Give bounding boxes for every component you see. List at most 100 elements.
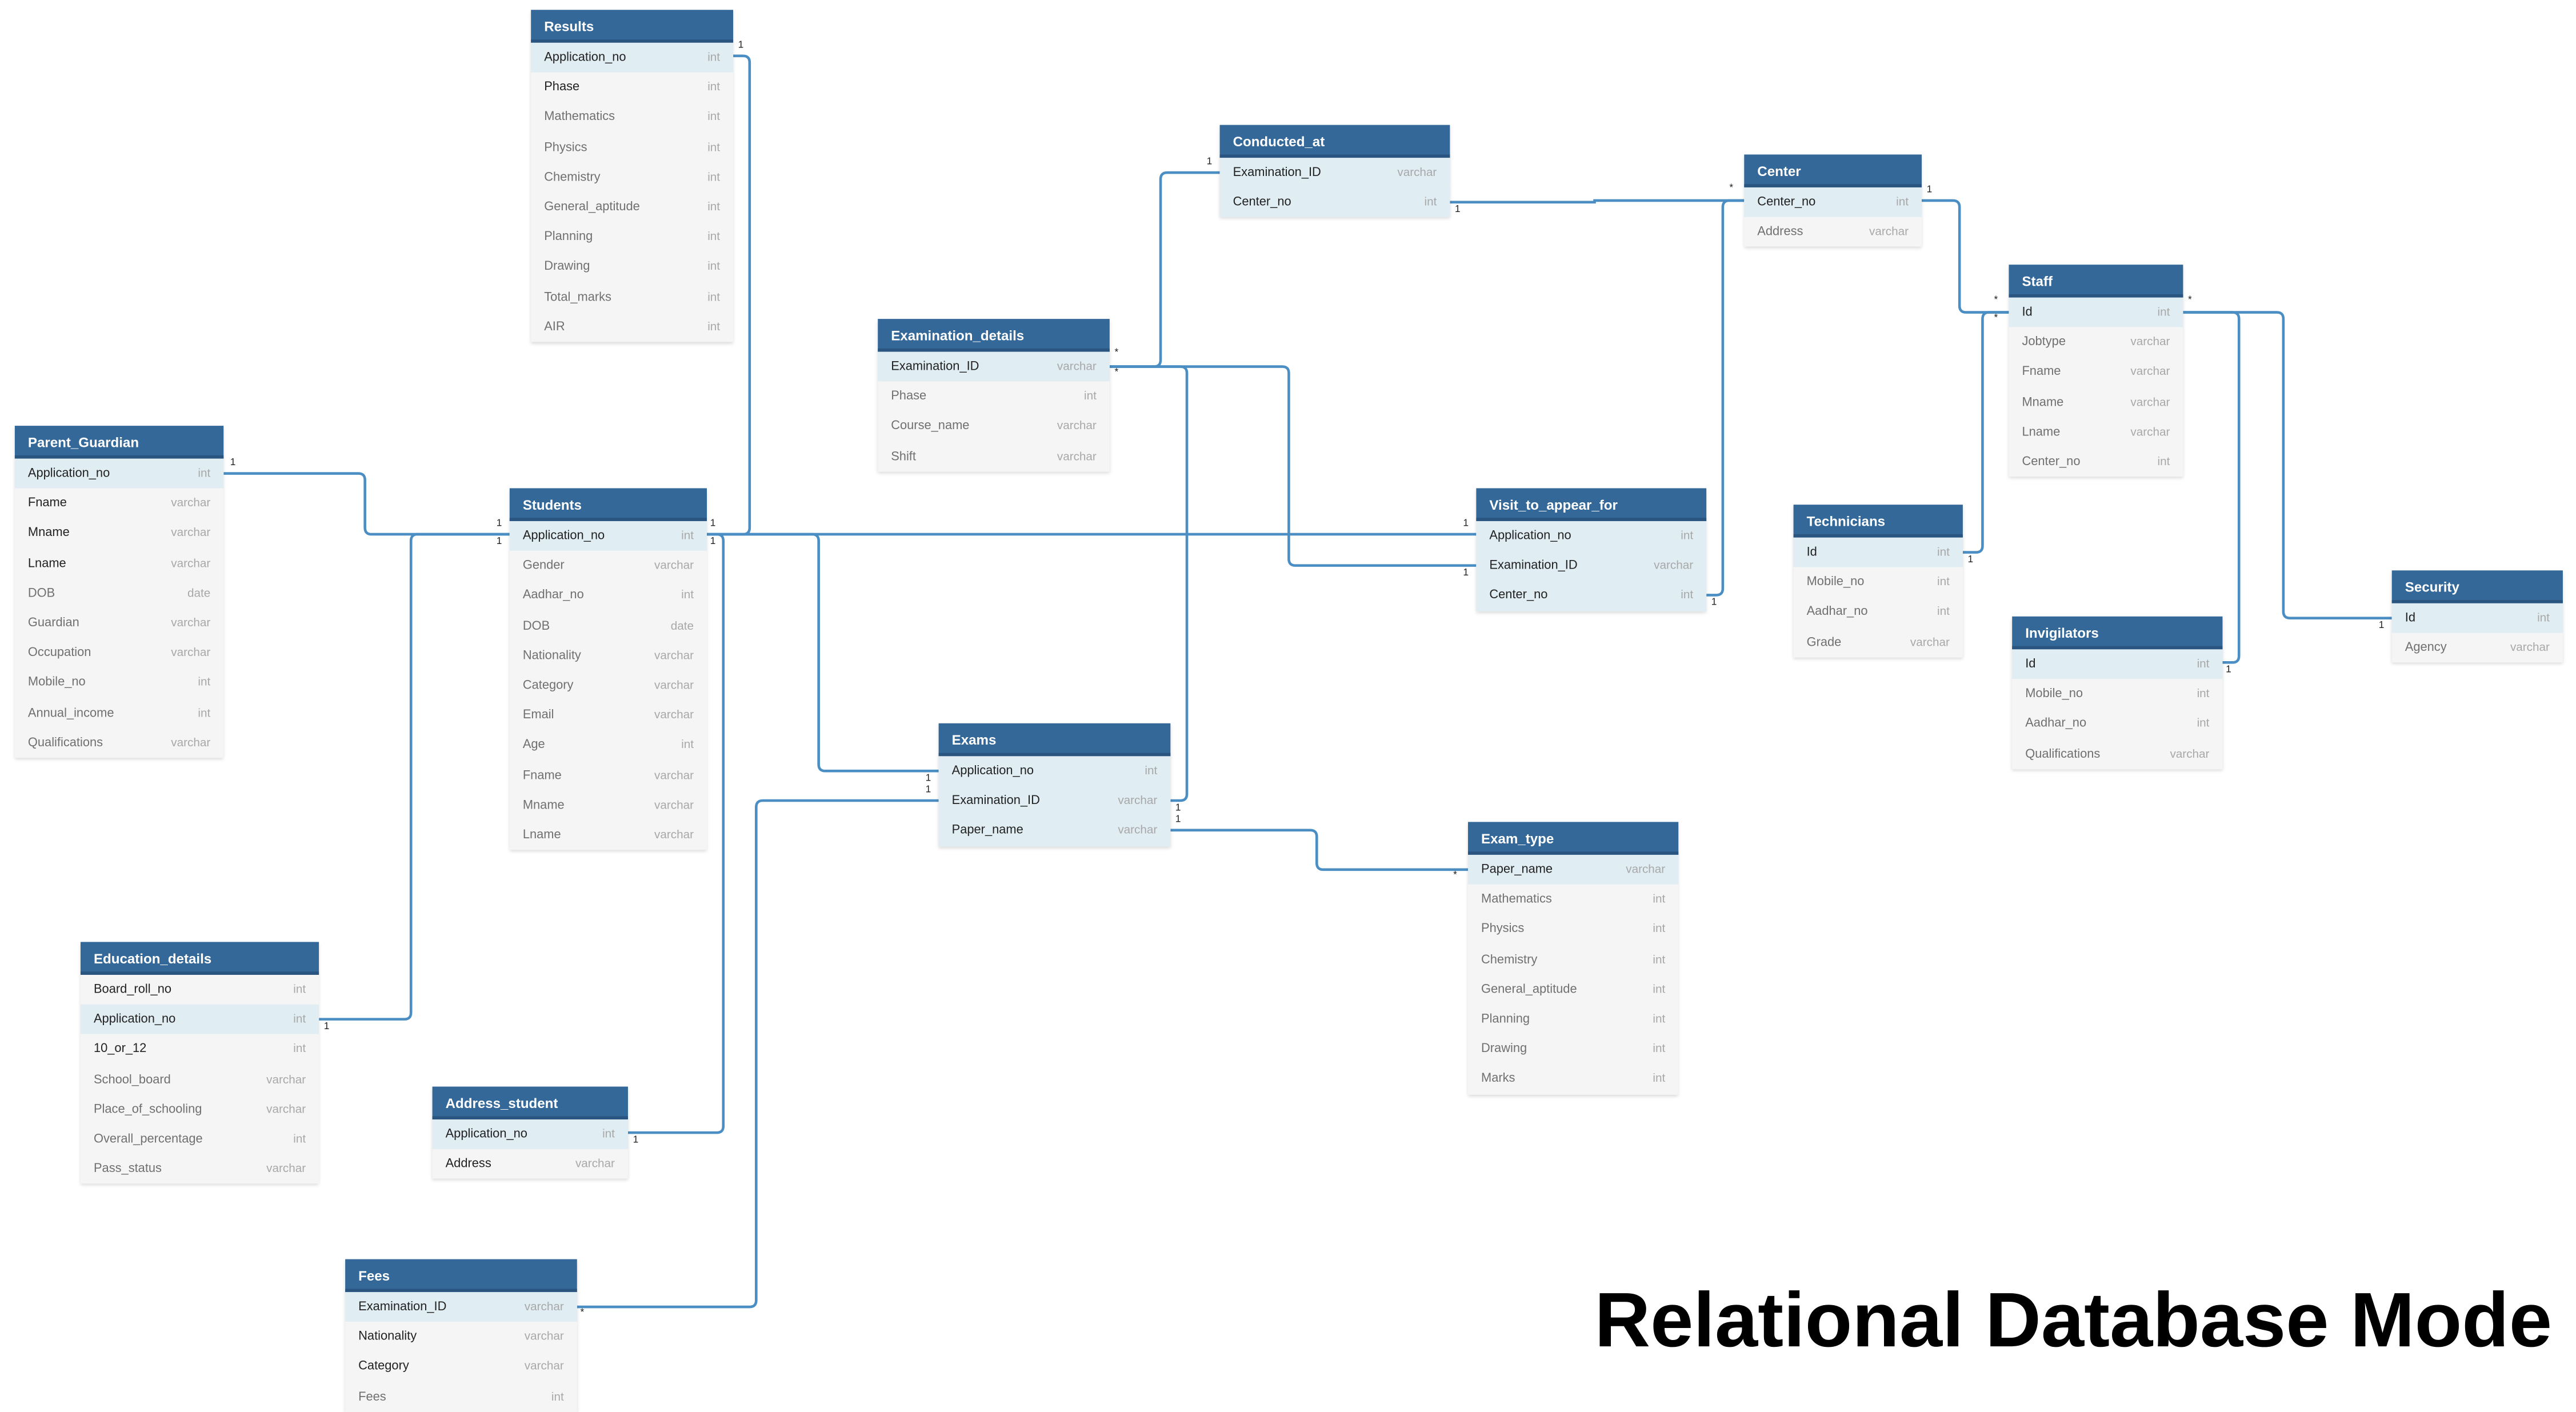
field-row[interactable]: Email varchar xyxy=(510,701,707,730)
field-row[interactable]: Gender varchar xyxy=(510,551,707,581)
field-row[interactable]: Qualifications varchar xyxy=(2012,739,2222,769)
field-row[interactable]: Examination_ID varchar xyxy=(878,351,1110,382)
field-row[interactable]: Paper_name varchar xyxy=(938,815,1171,846)
field-row[interactable]: Application_no int xyxy=(531,42,734,73)
field-row[interactable]: Occupation varchar xyxy=(15,638,223,668)
field-row[interactable]: Agency varchar xyxy=(2392,633,2563,663)
field-row[interactable]: Application_no int xyxy=(80,1005,319,1035)
field-row[interactable]: Examination_ID varchar xyxy=(938,786,1171,816)
field-row[interactable]: Mname varchar xyxy=(15,518,223,548)
field-row[interactable]: Center_no int xyxy=(2009,447,2183,477)
table-education-details[interactable]: Education_details Board_roll_no int Applica… xyxy=(80,942,319,1185)
table-conducted-at[interactable]: Conducted_at Examination_ID varchar Center_… xyxy=(1219,125,1450,218)
table-visit-to-appear-for[interactable]: Visit_to_appear_for Application_no int Exam… xyxy=(1476,488,1707,611)
table-header[interactable]: Visit_to_appear_for xyxy=(1476,488,1707,521)
table-header[interactable]: Examination_details xyxy=(878,319,1110,352)
field-row[interactable]: Physics int xyxy=(531,133,733,162)
table-header[interactable]: Staff xyxy=(2009,265,2183,298)
field-row[interactable]: Annual_income int xyxy=(15,698,223,727)
table-header[interactable]: Education_details xyxy=(80,942,319,975)
field-row[interactable]: Chemistry int xyxy=(1468,945,1678,974)
field-row[interactable]: Id int xyxy=(2391,603,2563,634)
field-row[interactable]: Id int xyxy=(2012,649,2223,679)
field-row[interactable]: Drawing int xyxy=(1468,1034,1678,1064)
table-students[interactable]: Students Application_no int Gender varchar Aa… xyxy=(509,488,707,850)
table-address-student[interactable]: Address_student Application_no int Address v… xyxy=(432,1086,628,1179)
field-row[interactable]: Fname varchar xyxy=(2009,357,2183,387)
field-row[interactable]: Course_name varchar xyxy=(878,411,1110,441)
table-header[interactable]: Conducted_at xyxy=(1219,125,1450,158)
field-row[interactable]: Examination_ID varchar xyxy=(1476,551,1707,581)
table-invigilators[interactable]: Invigilators Id int Mobile_no int Aadhar_no in… xyxy=(2012,616,2223,769)
table-header[interactable]: Security xyxy=(2391,570,2563,603)
table-center[interactable]: Center Center_no int Address varchar xyxy=(1744,154,1922,247)
table-fees[interactable]: Fees Examination_ID varchar Nationality varc… xyxy=(345,1259,577,1412)
field-row[interactable]: Address varchar xyxy=(1744,217,1922,247)
field-row[interactable]: Lname varchar xyxy=(510,820,707,850)
table-security[interactable]: Security Id int Agency varchar xyxy=(2391,570,2563,663)
field-row[interactable]: Mathematics int xyxy=(1468,885,1678,914)
field-row[interactable]: Total_marks int xyxy=(531,282,733,311)
field-row[interactable]: Application_no int xyxy=(938,756,1171,786)
table-header[interactable]: Exams xyxy=(938,723,1171,757)
field-row[interactable]: Category varchar xyxy=(345,1352,577,1382)
field-row[interactable]: Mathematics int xyxy=(531,102,733,132)
field-row[interactable]: Nationality varchar xyxy=(345,1322,577,1351)
field-row[interactable]: School_board varchar xyxy=(81,1065,319,1094)
table-exams[interactable]: Exams Application_no int Examination_ID varc… xyxy=(938,723,1171,846)
field-row[interactable]: Mname varchar xyxy=(2009,387,2183,417)
field-row[interactable]: Marks int xyxy=(1468,1064,1678,1094)
field-row[interactable]: Lname varchar xyxy=(15,549,223,578)
field-row[interactable]: Examination_ID varchar xyxy=(345,1292,577,1322)
field-row[interactable]: Planning int xyxy=(531,222,733,252)
field-row[interactable]: Fname varchar xyxy=(510,761,707,790)
field-row[interactable]: Place_of_schooling varchar xyxy=(81,1094,319,1124)
table-header[interactable]: Invigilators xyxy=(2012,616,2223,650)
field-row[interactable]: Planning int xyxy=(1468,1005,1678,1034)
field-row[interactable]: DOB date xyxy=(510,611,707,641)
table-header[interactable]: Technicians xyxy=(1793,505,1963,538)
field-row[interactable]: Physics int xyxy=(1468,915,1678,945)
field-row[interactable]: Mobile_no int xyxy=(2012,679,2222,709)
field-row[interactable]: Drawing int xyxy=(531,252,733,282)
field-row[interactable]: Fees int xyxy=(345,1382,577,1411)
field-row[interactable]: Mname varchar xyxy=(510,790,707,820)
table-header[interactable]: Results xyxy=(531,10,734,43)
field-row[interactable]: Mobile_no int xyxy=(15,668,223,698)
field-row[interactable]: Age int xyxy=(510,730,707,760)
field-row[interactable]: Center_no int xyxy=(1744,187,1922,218)
field-row[interactable]: Id int xyxy=(2009,297,2183,328)
field-row[interactable]: Phase int xyxy=(531,73,733,102)
field-row[interactable]: Lname varchar xyxy=(2009,417,2183,447)
table-parent-guardian[interactable]: Parent_Guardian Application_no int Fname var… xyxy=(14,426,224,758)
field-row[interactable]: Fname varchar xyxy=(15,489,223,518)
field-row[interactable]: Guardian varchar xyxy=(15,608,223,638)
field-row[interactable]: Phase int xyxy=(878,382,1110,411)
table-header[interactable]: Center xyxy=(1744,154,1922,187)
field-row[interactable]: Chemistry int xyxy=(531,162,733,192)
field-row[interactable]: Shift varchar xyxy=(878,442,1110,471)
table-exam-type[interactable]: Exam_type Paper_name varchar Mathematics int… xyxy=(1467,822,1679,1094)
field-row[interactable]: General_aptitude int xyxy=(1468,974,1678,1004)
field-row[interactable]: Application_no int xyxy=(432,1119,628,1150)
field-row[interactable]: Examination_ID varchar xyxy=(1219,158,1450,188)
field-row[interactable]: Center_no int xyxy=(1219,187,1450,218)
table-header[interactable]: Exam_type xyxy=(1467,822,1679,855)
field-row[interactable]: Id int xyxy=(1793,537,1963,568)
table-results[interactable]: Results Application_no int Phase int Mathemat… xyxy=(531,10,734,342)
field-row[interactable]: Mobile_no int xyxy=(1794,567,1963,597)
field-row[interactable]: Overall_percentage int xyxy=(81,1125,319,1154)
table-examination-details[interactable]: Examination_details Examination_ID varchar… xyxy=(878,319,1110,471)
table-staff[interactable]: Staff Id int Jobtype varchar Fname varchar Mnam… xyxy=(2009,265,2183,477)
field-row[interactable]: Application_no int xyxy=(14,458,224,489)
field-row[interactable]: Aadhar_no int xyxy=(510,581,707,611)
field-row[interactable]: Aadhar_no int xyxy=(1794,597,1963,627)
table-header[interactable]: Students xyxy=(509,488,707,521)
field-row[interactable]: 10_or_12 int xyxy=(81,1035,319,1065)
field-row[interactable]: Grade varchar xyxy=(1794,627,1963,657)
field-row[interactable]: Nationality varchar xyxy=(510,641,707,670)
field-row[interactable]: DOB date xyxy=(15,578,223,608)
table-header[interactable]: Address_student xyxy=(432,1086,628,1120)
field-row[interactable]: AIR int xyxy=(531,312,733,342)
field-row[interactable]: Application_no int xyxy=(1476,521,1707,551)
